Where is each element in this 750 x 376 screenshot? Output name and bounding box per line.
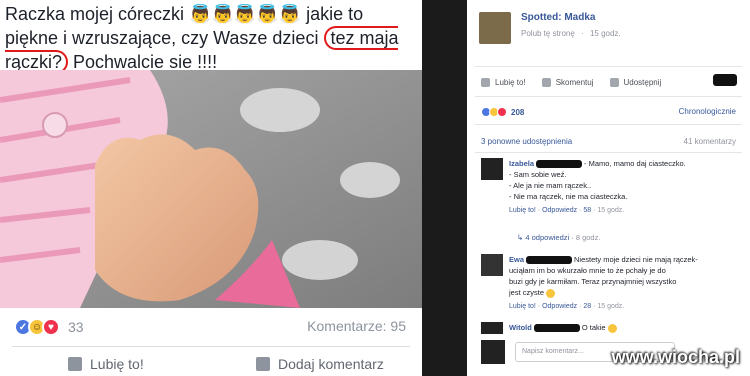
comment-text: Niestety moje dzieci nie mają rączek- (574, 255, 698, 264)
comment-avatar[interactable] (481, 254, 503, 276)
comment-like-link[interactable]: Lubię to! (509, 207, 536, 214)
post-time[interactable]: 15 godz. (590, 29, 621, 38)
like-button[interactable]: Lubię to! (68, 356, 144, 372)
thumbs-up-icon (481, 78, 490, 87)
like-label: Lubię to! (90, 356, 144, 372)
reaction-count: 33 (68, 319, 84, 335)
page-header: Spotted: Madka Polub tę stronę · 15 godz… (479, 12, 625, 44)
separator (422, 0, 467, 376)
watermark: www.wiocha.pl (611, 347, 740, 367)
sort-dropdown[interactable]: Chronologicznie (679, 107, 736, 116)
comment-text: uciąłam im bo wkurzało mnie to że pchały… (509, 266, 666, 275)
comment-author[interactable]: Ewa (509, 255, 524, 264)
shares-link[interactable]: 3 ponowne udostępnienia (481, 137, 572, 146)
comment-text: - Mamo, mamo daj ciasteczko. (584, 159, 686, 168)
page-like-link[interactable]: Polub tę stronę (521, 29, 575, 38)
comment-like-link[interactable]: Lubię to! (509, 303, 536, 310)
add-comment-button[interactable]: Dodaj komentarz (256, 356, 384, 372)
comments-count: 41 komentarzy (683, 137, 736, 146)
comment-author[interactable]: Izabela (509, 159, 534, 168)
user-avatar (481, 340, 505, 364)
reaction-summary[interactable]: 208 (481, 107, 524, 117)
divider (12, 346, 410, 347)
like-button[interactable]: Lubię to! (481, 78, 526, 87)
comment-avatar[interactable] (481, 322, 503, 334)
comment-text: buzi gdy je karmiłam. Teraz przynajmniej… (509, 277, 677, 286)
thumbs-up-icon (68, 357, 82, 371)
divider (475, 96, 742, 97)
redacted-name (533, 324, 580, 333)
page-name[interactable]: Spotted: Madka (521, 12, 625, 23)
view-replies-link[interactable]: ↳ 4 odpowiedzi · 8 godz. (517, 233, 600, 242)
comment-avatar[interactable] (481, 158, 503, 180)
post-actions: Lubię to! Skomentuj Udostępnij (481, 78, 677, 87)
comment: Ewa Niestety moje dzieci nie mają rączek-… (481, 254, 698, 312)
post-text: Raczka mojej córeczki 👼👼👼👼👼 jakie to pię… (5, 2, 415, 74)
comment-time[interactable]: 15 godz. (597, 207, 624, 214)
divider (475, 152, 742, 153)
like-label: Lubię to! (495, 78, 526, 87)
love-reaction-icon (497, 107, 507, 117)
redacted-name (536, 160, 583, 169)
share-icon (609, 78, 619, 87)
comment-text: - Nie ma rączek, nie ma ciasteczka. (509, 192, 628, 201)
replies-time: 8 godz. (575, 233, 601, 242)
comment-reply-link[interactable]: Odpowiedz (542, 303, 577, 310)
share-button[interactable]: Udostępnij (609, 78, 662, 87)
smile-emoji-icon (607, 323, 617, 333)
left-post: Raczka mojej córeczki 👼👼👼👼👼 jakie to pię… (0, 0, 422, 376)
comment-likes-count[interactable]: 58 (583, 207, 591, 214)
comment-icon (256, 357, 270, 371)
add-comment-label: Dodaj komentarz (278, 356, 384, 372)
replies-label: 4 odpowiedzi (525, 233, 570, 242)
comment-reply-link[interactable]: Odpowiedz (542, 207, 577, 214)
dot-separator: · (581, 29, 584, 38)
comments-count[interactable]: Komentarze: 95 (307, 318, 406, 334)
comment: Witold O takie (481, 322, 617, 334)
post-text-part1: Raczka mojej córeczki 👼👼👼👼👼 jakie to pię… (5, 4, 364, 48)
comment-label: Skomentuj (555, 78, 594, 87)
comment: Izabela - Mamo, mamo daj ciasteczko. - Sa… (481, 158, 686, 216)
redacted-avatar (713, 74, 737, 86)
comment-likes-count[interactable]: 28 (583, 303, 591, 310)
share-label: Udostępnij (623, 78, 662, 87)
redacted-name (526, 256, 573, 265)
baby-hand-photo (0, 70, 422, 308)
comment-icon (541, 78, 551, 87)
comment-text: - Ale ja nie mam rączek.. (509, 181, 592, 190)
comment-button[interactable]: Skomentuj (541, 78, 594, 87)
divider (475, 124, 742, 125)
page-avatar[interactable] (479, 12, 511, 44)
comment-text: - Sam sobie weź. (509, 170, 567, 179)
comment-author[interactable]: Witold (509, 323, 532, 332)
love-reaction-icon: ♥ (42, 318, 60, 336)
comment-time[interactable]: 15 godz. (597, 303, 624, 310)
right-post: Spotted: Madka Polub tę stronę · 15 godz… (467, 0, 750, 376)
reaction-count: 208 (511, 107, 525, 117)
post-photo[interactable] (0, 70, 422, 308)
divider (475, 66, 742, 67)
comment-text: O takie (581, 323, 606, 332)
post-text-part2: Pochwalcie sie !!!! (68, 52, 218, 72)
reaction-summary[interactable]: ✓ ☺ ♥ 33 (14, 318, 84, 336)
smile-emoji-icon (546, 288, 556, 298)
comment-text: jest czyste (509, 288, 545, 297)
